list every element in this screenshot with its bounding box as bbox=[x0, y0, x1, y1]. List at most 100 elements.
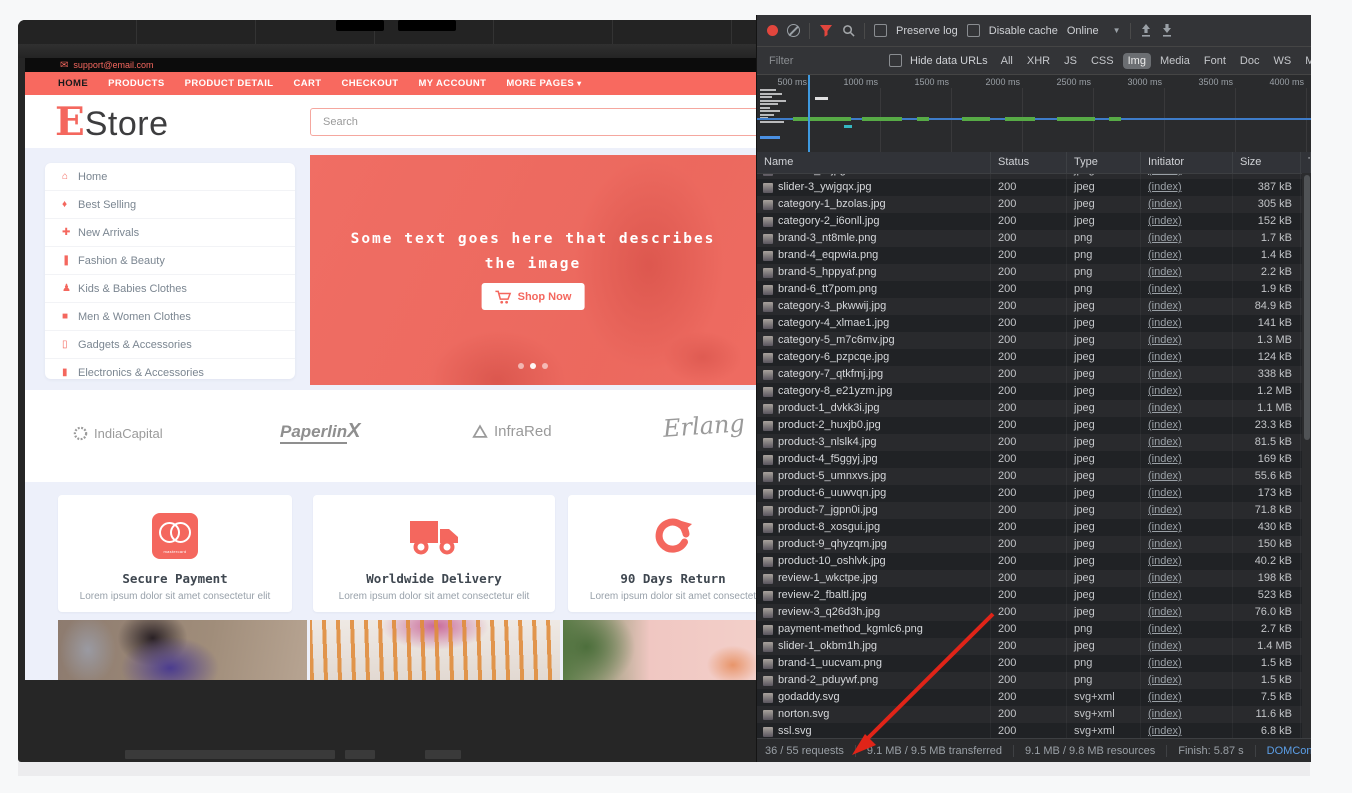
store-logo[interactable]: EStore bbox=[55, 98, 169, 146]
throttling-dropdown[interactable]: Online ▼ bbox=[1067, 25, 1121, 37]
request-initiator-link[interactable]: (index) bbox=[1141, 553, 1233, 570]
request-initiator-link[interactable]: (index) bbox=[1141, 298, 1233, 315]
sidebar-item[interactable]: Home bbox=[45, 163, 295, 191]
request-initiator-link[interactable]: (index) bbox=[1141, 315, 1233, 332]
network-row[interactable]: product-5_umnxvs.jpg 200 jpeg (index) 55… bbox=[757, 468, 1311, 485]
column-header[interactable]: Type bbox=[1067, 152, 1141, 173]
column-header[interactable]: Time bbox=[1301, 152, 1311, 173]
request-initiator-link[interactable]: (index) bbox=[1141, 383, 1233, 400]
network-row[interactable]: category-3_pkwwij.jpg 200 jpeg (index) 8… bbox=[757, 298, 1311, 315]
preserve-log-checkbox[interactable] bbox=[874, 24, 887, 37]
sidebar-item[interactable]: Best Selling bbox=[45, 191, 295, 219]
network-row[interactable]: review-2_fbaltl.jpg 200 jpeg (index) 523… bbox=[757, 587, 1311, 604]
filter-type-pill[interactable]: Doc bbox=[1235, 53, 1265, 69]
browser-tab[interactable] bbox=[336, 20, 384, 31]
request-initiator-link[interactable]: (index) bbox=[1141, 434, 1233, 451]
network-row[interactable]: product-8_xosgui.jpg 200 jpeg (index) 43… bbox=[757, 519, 1311, 536]
request-initiator-link[interactable]: (index) bbox=[1141, 247, 1233, 264]
scrollbar-thumb[interactable] bbox=[1304, 175, 1310, 440]
browser-tab[interactable] bbox=[398, 20, 456, 31]
nav-item[interactable]: CHECKOUT bbox=[341, 78, 401, 89]
request-initiator-link[interactable]: (index) bbox=[1141, 196, 1233, 213]
filter-type-pill[interactable]: CSS bbox=[1086, 53, 1119, 69]
request-initiator-link[interactable]: (index) bbox=[1141, 502, 1233, 519]
request-initiator-link[interactable]: (index) bbox=[1141, 570, 1233, 587]
request-initiator-link[interactable]: (index) bbox=[1141, 366, 1233, 383]
request-initiator-link[interactable]: (index) bbox=[1141, 638, 1233, 655]
column-header[interactable]: Initiator bbox=[1141, 152, 1233, 173]
network-row[interactable]: category-1_bzolas.jpg 200 jpeg (index) 3… bbox=[757, 196, 1311, 213]
request-initiator-link[interactable]: (index) bbox=[1141, 468, 1233, 485]
network-overview-timeline[interactable]: 500 ms 1000 ms 1500 ms 2000 ms 2500 ms 3… bbox=[757, 75, 1311, 153]
request-initiator-link[interactable]: (index) bbox=[1141, 604, 1233, 621]
network-row[interactable]: category-7_qtkfmj.jpg 200 jpeg (index) 3… bbox=[757, 366, 1311, 383]
network-row[interactable]: product-9_qhyzqm.jpg 200 jpeg (index) 15… bbox=[757, 536, 1311, 553]
request-initiator-link[interactable]: (index) bbox=[1141, 621, 1233, 638]
request-initiator-link[interactable]: (index) bbox=[1141, 706, 1233, 723]
slider-dot[interactable] bbox=[518, 363, 524, 369]
request-initiator-link[interactable]: (index) bbox=[1141, 179, 1233, 196]
filter-input[interactable] bbox=[767, 54, 881, 68]
request-initiator-link[interactable]: (index) bbox=[1141, 451, 1233, 468]
record-button[interactable] bbox=[767, 25, 778, 36]
sidebar-item[interactable]: Kids & Babies Clothes bbox=[45, 275, 295, 303]
sidebar-item[interactable]: Men & Women Clothes bbox=[45, 303, 295, 331]
network-row[interactable]: review-1_wkctpe.jpg 200 jpeg (index) 198… bbox=[757, 570, 1311, 587]
request-initiator-link[interactable]: (index) bbox=[1141, 332, 1233, 349]
network-row[interactable]: category-2_i6onll.jpg 200 jpeg (index) 1… bbox=[757, 213, 1311, 230]
request-initiator-link[interactable]: (index) bbox=[1141, 281, 1233, 298]
filter-type-pill[interactable]: Font bbox=[1199, 53, 1231, 69]
request-initiator-link[interactable]: (index) bbox=[1141, 655, 1233, 672]
network-row[interactable]: product-2_huxjb0.jpg 200 jpeg (index) 23… bbox=[757, 417, 1311, 434]
network-row[interactable]: product-7_jgpn0i.jpg 200 jpeg (index) 71… bbox=[757, 502, 1311, 519]
filter-type-pill[interactable]: Img bbox=[1123, 53, 1151, 69]
request-initiator-link[interactable]: (index) bbox=[1141, 349, 1233, 366]
hide-data-urls-checkbox[interactable] bbox=[889, 54, 902, 67]
network-row[interactable]: product-10_oshlvk.jpg 200 jpeg (index) 4… bbox=[757, 553, 1311, 570]
network-row[interactable]: review-3_q26d3h.jpg 200 jpeg (index) 76.… bbox=[757, 604, 1311, 621]
network-row[interactable]: slider-3_ywjgqx.jpg 200 jpeg (index) 387… bbox=[757, 179, 1311, 196]
network-row[interactable]: brand-1_uucvam.png 200 png (index) 1.5 k… bbox=[757, 655, 1311, 672]
network-row[interactable]: godaddy.svg 200 svg+xml (index) 7.5 kB bbox=[757, 689, 1311, 706]
sidebar-item[interactable]: Fashion & Beauty bbox=[45, 247, 295, 275]
nav-item[interactable]: MORE PAGES▾ bbox=[506, 78, 581, 89]
slider-dot[interactable] bbox=[542, 363, 548, 369]
filter-funnel-icon[interactable] bbox=[819, 24, 833, 37]
network-row[interactable]: brand-5_hppyaf.png 200 png (index) 2.2 k… bbox=[757, 264, 1311, 281]
nav-item[interactable]: CART bbox=[293, 78, 324, 89]
request-initiator-link[interactable]: (index) bbox=[1141, 264, 1233, 281]
request-initiator-link[interactable]: (index) bbox=[1141, 672, 1233, 689]
request-initiator-link[interactable]: (index) bbox=[1141, 587, 1233, 604]
network-row[interactable]: norton.svg 200 svg+xml (index) 11.6 kB bbox=[757, 706, 1311, 723]
import-har-icon[interactable] bbox=[1140, 24, 1152, 37]
network-row[interactable]: product-3_nlslk4.jpg 200 jpeg (index) 81… bbox=[757, 434, 1311, 451]
filter-type-pill[interactable]: WS bbox=[1268, 53, 1296, 69]
network-row[interactable]: slider-1_okbm1h.jpg 200 jpeg (index) 1.4… bbox=[757, 638, 1311, 655]
network-row[interactable]: brand-3_nt8mle.png 200 png (index) 1.7 k… bbox=[757, 230, 1311, 247]
filter-type-pill[interactable]: All bbox=[996, 53, 1018, 69]
shop-now-button[interactable]: Shop Now bbox=[482, 283, 585, 310]
search-icon[interactable] bbox=[842, 24, 855, 37]
nav-item[interactable]: PRODUCTS bbox=[108, 78, 168, 89]
request-initiator-link[interactable]: (index) bbox=[1141, 485, 1233, 502]
nav-item[interactable]: HOME bbox=[58, 78, 91, 89]
network-row[interactable]: category-5_m7c6mv.jpg 200 jpeg (index) 1… bbox=[757, 332, 1311, 349]
network-row[interactable]: brand-4_eqpwia.png 200 png (index) 1.4 k… bbox=[757, 247, 1311, 264]
nav-item[interactable]: PRODUCT DETAIL bbox=[185, 78, 277, 89]
column-header[interactable]: Name bbox=[757, 152, 991, 173]
filter-type-pill[interactable]: XHR bbox=[1022, 53, 1055, 69]
request-initiator-link[interactable]: (index) bbox=[1141, 417, 1233, 434]
network-row[interactable]: category-8_e21yzm.jpg 200 jpeg (index) 1… bbox=[757, 383, 1311, 400]
network-row[interactable]: product-4_f5ggyj.jpg 200 jpeg (index) 16… bbox=[757, 451, 1311, 468]
column-header[interactable]: Size bbox=[1233, 152, 1301, 173]
network-row[interactable]: product-6_uuwvqn.jpg 200 jpeg (index) 17… bbox=[757, 485, 1311, 502]
network-row[interactable]: brand-2_pduywf.png 200 png (index) 1.5 k… bbox=[757, 672, 1311, 689]
network-row[interactable]: category-4_xlmae1.jpg 200 jpeg (index) 1… bbox=[757, 315, 1311, 332]
search-input[interactable] bbox=[310, 108, 756, 136]
request-initiator-link[interactable]: (index) bbox=[1141, 400, 1233, 417]
export-har-icon[interactable] bbox=[1161, 24, 1173, 37]
network-row[interactable]: category-6_pzpcqe.jpg 200 jpeg (index) 1… bbox=[757, 349, 1311, 366]
filter-type-pill[interactable]: Media bbox=[1155, 53, 1195, 69]
support-email-link[interactable]: support@email.com bbox=[73, 60, 153, 70]
network-row[interactable]: payment-method_kgmlc6.png 200 png (index… bbox=[757, 621, 1311, 638]
